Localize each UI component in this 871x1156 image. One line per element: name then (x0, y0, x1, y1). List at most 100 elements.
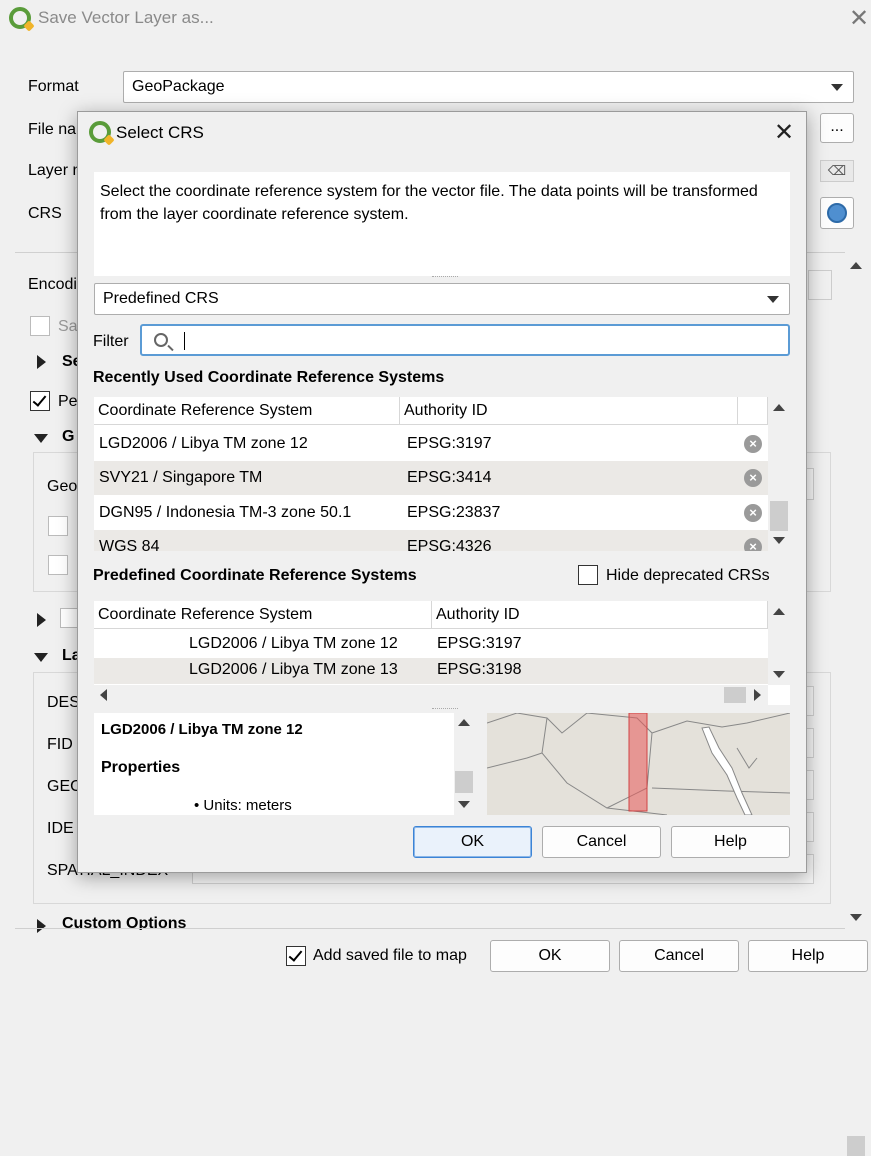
splitter-handle[interactable] (432, 708, 458, 711)
crs-description: Select the coordinate reference system f… (94, 172, 790, 276)
row-authority: EPSG:4326 (407, 538, 492, 551)
close-icon[interactable]: ✕ (774, 121, 794, 145)
clear-icon[interactable]: ⌫ (820, 160, 854, 182)
window-titlebar: Save Vector Layer as... ✕ (0, 0, 871, 38)
persist-checkbox[interactable] (30, 391, 50, 411)
splitter-handle[interactable] (432, 276, 458, 279)
hide-deprecated-checkbox[interactable] (578, 565, 598, 585)
row-authority: EPSG:3197 (437, 635, 522, 652)
col-header-authority[interactable]: Authority ID (400, 397, 738, 425)
col-header-crs[interactable]: Coordinate Reference System (94, 397, 400, 425)
browse-button[interactable]: ... (820, 113, 854, 143)
collapse-arrow-icon[interactable] (34, 434, 48, 443)
predefined-hscrollbar[interactable] (94, 685, 768, 705)
crs-mode-value: Predefined CRS (103, 290, 219, 307)
table-row[interactable]: SVY21 / Singapore TM EPSG:3414 × (94, 461, 768, 495)
remove-icon[interactable]: × (744, 435, 762, 453)
row-crs-name: LGD2006 / Libya TM zone 13 (189, 661, 398, 678)
remove-icon[interactable]: × (744, 504, 762, 522)
layer-option-4: IDE (47, 820, 74, 837)
scroll-thumb[interactable] (847, 1136, 865, 1156)
table-row[interactable]: LGD2006 / Libya TM zone 12 EPSG:3197 × (94, 427, 768, 461)
recent-crs-title: Recently Used Coordinate Reference Syste… (93, 369, 445, 386)
col-header-extra (738, 397, 768, 425)
scroll-thumb[interactable] (724, 687, 746, 703)
crs-globe-button[interactable] (820, 197, 854, 229)
col-header-crs[interactable]: Coordinate Reference System (94, 601, 432, 629)
col-header-authority[interactable]: Authority ID (432, 601, 768, 629)
scroll-down-icon[interactable] (773, 671, 785, 678)
scroll-down-icon[interactable] (850, 914, 862, 921)
extent-expand-icon[interactable] (37, 613, 46, 627)
layer-name-label: Layer n (28, 162, 82, 179)
remove-icon[interactable]: × (744, 469, 762, 487)
table-row[interactable]: WGS 84 EPSG:4326 × (94, 530, 768, 551)
row-crs-name: DGN95 / Indonesia TM-3 zone 50.1 (99, 504, 352, 521)
row-authority: EPSG:3414 (407, 469, 492, 486)
filename-label: File na (28, 121, 77, 138)
format-value: GeoPackage (132, 78, 225, 95)
custom-options-expand-icon[interactable] (37, 919, 46, 933)
predefined-vscrollbar[interactable] (768, 601, 790, 685)
chevron-down-icon (767, 296, 779, 303)
crs-mode-select[interactable]: Predefined CRS (94, 283, 790, 315)
scroll-right-icon[interactable] (754, 689, 761, 701)
add-to-map-checkbox[interactable] (286, 946, 306, 966)
table-row[interactable]: LGD2006 / Libya TM zone 12 EPSG:3197 (94, 630, 768, 658)
crs-dialog-title: Select CRS (116, 123, 204, 142)
window-title: Save Vector Layer as... (38, 8, 214, 27)
scroll-up-icon[interactable] (850, 262, 862, 269)
predefined-crs-title: Predefined Coordinate Reference Systems (93, 567, 417, 584)
ok-button[interactable]: OK (490, 940, 610, 972)
filter-input[interactable] (140, 324, 790, 356)
close-icon[interactable]: ✕ (849, 7, 869, 31)
scroll-thumb[interactable] (770, 501, 788, 531)
layer-option-field-2[interactable] (806, 728, 814, 758)
hide-deprecated-label: Hide deprecated CRSs (606, 567, 770, 584)
crs-info-panel: LGD2006 / Libya TM zone 12 Properties • … (94, 713, 474, 815)
row-authority: EPSG:3197 (407, 435, 492, 452)
persist-label: Pe (58, 393, 78, 410)
help-button[interactable]: Help (748, 940, 868, 972)
cancel-button[interactable]: Cancel (619, 940, 739, 972)
layer-options-collapse-icon[interactable] (34, 653, 48, 662)
format-label: Format (28, 78, 79, 95)
scroll-down-icon[interactable] (773, 537, 785, 544)
recent-scrollbar[interactable] (768, 397, 790, 551)
encoding-select[interactable] (808, 270, 832, 300)
layer-option-field-4[interactable] (806, 812, 814, 842)
save-selected-checkbox[interactable] (30, 316, 50, 336)
crs-help-button[interactable]: Help (671, 826, 790, 858)
qgis-logo-icon (9, 7, 31, 29)
info-properties-heading: Properties (101, 759, 181, 776)
scroll-thumb[interactable] (455, 771, 473, 793)
expand-arrow-icon[interactable] (37, 355, 46, 369)
scroll-up-icon[interactable] (773, 404, 785, 411)
multi-type-checkbox[interactable] (48, 516, 68, 536)
table-row[interactable]: LGD2006 / Libya TM zone 13 EPSG:3198 (94, 658, 768, 684)
scroll-up-icon[interactable] (773, 608, 785, 615)
crs-ok-button[interactable]: OK (413, 826, 532, 858)
layer-option-field-1[interactable] (806, 686, 814, 716)
select-crs-dialog: Select CRS ✕ Select the coordinate refer… (77, 111, 807, 873)
main-scrollbar[interactable] (845, 254, 867, 1156)
text-cursor (184, 332, 185, 350)
table-row[interactable]: DGN95 / Indonesia TM-3 zone 50.1 EPSG:23… (94, 496, 768, 530)
crs-label: CRS (28, 205, 62, 222)
geometry-type-select[interactable] (806, 468, 814, 500)
search-icon (154, 333, 168, 347)
layer-option-2: FID (47, 736, 73, 753)
scroll-down-icon[interactable] (458, 801, 470, 808)
geometry-type-label: Geo (47, 478, 78, 495)
scroll-up-icon[interactable] (458, 719, 470, 726)
z-dimension-checkbox[interactable] (48, 555, 68, 575)
chevron-down-icon (831, 84, 843, 91)
remove-icon[interactable]: × (744, 538, 762, 551)
crs-cancel-button[interactable]: Cancel (542, 826, 661, 858)
info-scrollbar[interactable] (454, 713, 474, 815)
recent-crs-table: Coordinate Reference System Authority ID… (94, 397, 790, 551)
format-select[interactable]: GeoPackage (123, 71, 854, 103)
layer-option-field-3[interactable] (806, 770, 814, 800)
scroll-left-icon[interactable] (100, 689, 107, 701)
info-crs-title: LGD2006 / Libya TM zone 12 (101, 721, 303, 738)
